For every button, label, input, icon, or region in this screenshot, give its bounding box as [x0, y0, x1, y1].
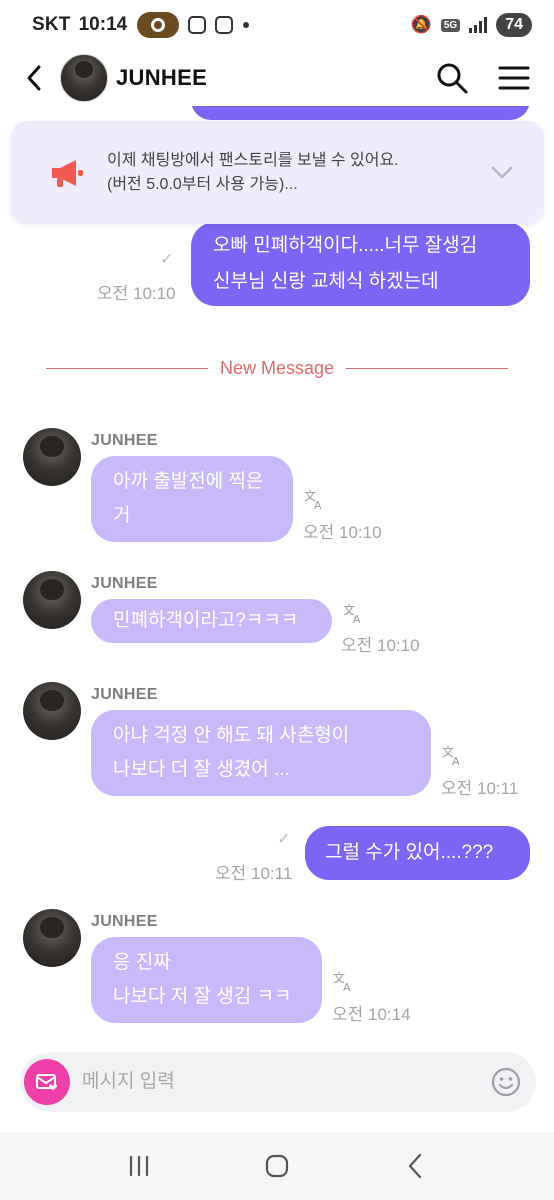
sender-avatar[interactable]	[23, 571, 81, 629]
back-nav-icon[interactable]	[390, 1141, 440, 1191]
status-bar: SKT 10:14 🔕 5G 74	[0, 0, 554, 50]
sender-avatar[interactable]	[23, 428, 81, 486]
message-bubble-incoming[interactable]: 아냐 걱정 안 해도 돼 사촌형이 나보다 더 잘 생겼어 ...	[91, 710, 431, 796]
new-message-divider: New Message	[46, 354, 509, 382]
message-text: 그럴 수가 있어....???	[325, 842, 494, 863]
message-text: 민폐하객이라고?ㅋㅋㅋ	[113, 610, 299, 631]
message-bubble-incoming[interactable]: 민폐하객이라고?ㅋㅋㅋ	[91, 599, 332, 643]
sender-name: JUNHEE	[91, 686, 158, 703]
app-indicator-icon	[137, 12, 180, 38]
sender-name: JUNHEE	[91, 913, 158, 930]
megaphone-icon	[52, 159, 83, 187]
back-arrow-icon[interactable]	[20, 58, 48, 98]
message-time: 오전 10:10	[303, 523, 382, 542]
clock: 10:14	[78, 14, 128, 35]
sender-avatar[interactable]	[23, 682, 81, 740]
message-text: 거	[113, 505, 131, 526]
message-text: 나보다 저 잘 생김 ㅋㅋ	[113, 986, 292, 1007]
message-time: 오전 10:10	[341, 636, 420, 655]
signal-icon	[469, 17, 488, 33]
translate-icon[interactable]: 文A	[441, 744, 463, 766]
battery-level: 74	[496, 13, 532, 37]
svg-text:A: A	[343, 981, 351, 992]
message-bubble-incoming[interactable]: 아까 출발전에 찍은 거	[91, 456, 293, 542]
message-input[interactable]	[82, 1071, 490, 1093]
translate-icon[interactable]: 文A	[332, 970, 354, 992]
message-text: 나보다 더 잘 생겼어 ...	[113, 759, 290, 780]
network-type: 5G	[440, 18, 461, 32]
menu-icon[interactable]	[494, 58, 534, 98]
sender-name: JUNHEE	[91, 432, 158, 449]
message-text: 아까 출발전에 찍은	[113, 471, 264, 492]
chat-header: JUNHEE	[0, 50, 554, 106]
recent-apps-icon[interactable]	[114, 1141, 164, 1191]
carrier-label: SKT	[32, 14, 71, 35]
notice-line: 이제 채팅방에서 팬스토리를 보낼 수 있어요.	[107, 151, 399, 169]
letter-heart-icon	[36, 1074, 57, 1090]
notice-line: (버전 5.0.0부터 사용 가능)...	[107, 175, 298, 193]
svg-text:A: A	[314, 499, 322, 510]
chevron-down-icon[interactable]	[488, 159, 516, 187]
message-bubble-incoming[interactable]: 응 진짜 나보다 저 잘 생김 ㅋㅋ	[91, 937, 322, 1023]
sender-name: JUNHEE	[91, 575, 158, 592]
header-avatar[interactable]	[60, 54, 108, 102]
message-composer	[20, 1052, 536, 1112]
message-text: 오빠 민폐하객이다.....너무 잘생김	[213, 235, 478, 256]
message-time: 오전 10:11	[441, 779, 519, 798]
more-notifications-icon	[243, 22, 250, 28]
message-bubble-outgoing[interactable]: 오빠 민폐하객이다.....너무 잘생김 신부님 신랑 교체식 하겠는데	[191, 222, 530, 306]
instagram-icon	[188, 16, 207, 34]
screenshot-icon	[215, 16, 234, 34]
new-message-label: New Message	[219, 357, 335, 378]
message-bubble-outgoing[interactable]: 그럴 수가 있어....???	[305, 826, 530, 880]
chat-title[interactable]: JUNHEE	[116, 65, 207, 91]
letter-button[interactable]	[24, 1059, 70, 1105]
translate-icon[interactable]: 文A	[342, 602, 364, 624]
search-icon[interactable]	[432, 58, 472, 98]
home-icon[interactable]	[252, 1141, 302, 1191]
svg-text:A: A	[452, 755, 460, 766]
system-nav-bar	[0, 1132, 554, 1200]
svg-text:A: A	[353, 613, 361, 624]
sender-avatar[interactable]	[23, 909, 81, 967]
mute-icon: 🔕	[410, 15, 432, 34]
message-text: 응 진짜	[113, 952, 171, 973]
message-text: 아냐 걱정 안 해도 돼 사촌형이	[113, 725, 350, 746]
message-time: 오전 10:14	[332, 1005, 411, 1024]
read-check-icon: ✓	[277, 831, 291, 848]
message-bubble-outgoing[interactable]	[191, 106, 530, 120]
message-text: 신부님 신랑 교체식 하겠는데	[213, 271, 439, 292]
message-time: 오전 10:10	[97, 284, 176, 303]
notice-banner[interactable]: 이제 채팅방에서 팬스토리를 보낼 수 있어요. (버전 5.0.0부터 사용 …	[11, 121, 544, 224]
message-time: 오전 10:11	[215, 864, 293, 883]
read-check-icon: ✓	[160, 251, 174, 268]
message-list[interactable]: ✓ 오전 10:10 오빠 민폐하객이다.....너무 잘생김 신부님 신랑 교…	[0, 106, 554, 1050]
emoji-icon[interactable]	[490, 1066, 522, 1098]
translate-icon[interactable]: 文A	[303, 488, 325, 510]
